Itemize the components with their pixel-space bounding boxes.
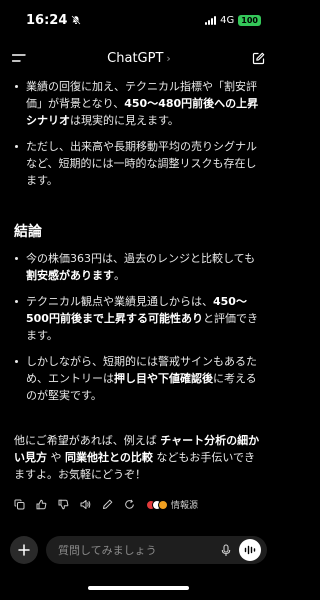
thumbs-down-icon[interactable]	[58, 499, 69, 510]
edit-icon[interactable]	[102, 499, 113, 510]
message-actions: 情報源	[14, 498, 198, 511]
thumbs-up-icon[interactable]	[36, 499, 47, 510]
message-field	[46, 536, 267, 564]
sources-label: 情報源	[171, 501, 199, 511]
attach-button[interactable]	[10, 536, 38, 564]
conclusion-bullet-list: 今の株価363円は、過去のレンジと比較しても割安感があります。 テクニカル観点や…	[14, 250, 263, 404]
time-text: 16:24	[26, 12, 68, 28]
app-title: ChatGPT	[107, 50, 164, 66]
assistant-message: 業績の回復に加え、テクニカル指標や「割安評価」が背景となり、450〜480円前後…	[0, 78, 277, 483]
regenerate-icon[interactable]	[124, 499, 135, 510]
model-selector[interactable]: ChatGPT ›	[107, 51, 171, 66]
list-item: ただし、出来高や長期移動平均の売りシグナルなど、短期的には一時的な調整リスクも存…	[14, 138, 263, 189]
new-chat-icon[interactable]	[252, 52, 265, 65]
signal-icon	[205, 15, 217, 25]
copy-icon[interactable]	[14, 499, 25, 510]
home-indicator	[88, 586, 189, 590]
bell-slash-icon	[71, 15, 81, 25]
section-heading: 結論	[14, 224, 42, 240]
status-right: 4G 100	[205, 14, 261, 26]
battery-icon: 100	[238, 14, 261, 26]
closing-paragraph: 他にご希望があれば、例えば チャート分析の細かい見方 や 同業他社との比較 など…	[14, 434, 260, 481]
list-item: テクニカル観点や業績見通しからは、450〜500円前後まで上昇する可能性ありと評…	[14, 293, 263, 344]
source-favicon-icon	[158, 499, 168, 510]
waveform-icon	[244, 545, 256, 555]
nav-bar: ChatGPT ›	[0, 40, 277, 76]
status-bar: 16:24 4G 100	[0, 0, 277, 40]
voice-mode-button[interactable]	[239, 539, 261, 561]
speaker-icon[interactable]	[80, 499, 91, 510]
menu-icon[interactable]	[12, 53, 26, 63]
chevron-right-icon: ›	[166, 51, 171, 65]
status-time: 16:24	[26, 13, 81, 28]
sources-button[interactable]: 情報源	[146, 498, 198, 511]
list-item: 業績の回復に加え、テクニカル指標や「割安評価」が背景となり、450〜480円前後…	[14, 78, 263, 129]
top-bullet-list: 業績の回復に加え、テクニカル指標や「割安評価」が背景となり、450〜480円前後…	[14, 78, 263, 189]
microphone-icon[interactable]	[221, 543, 231, 557]
list-item: 今の株価363円は、過去のレンジと比較しても割安感があります。	[14, 250, 263, 284]
plus-icon	[18, 544, 30, 556]
network-label: 4G	[220, 14, 235, 26]
message-input[interactable]	[58, 543, 213, 557]
composer	[0, 535, 277, 565]
list-item: しかしながら、短期的には警戒サインもあるため、エントリーは押し目や下値確認後に考…	[14, 353, 263, 404]
